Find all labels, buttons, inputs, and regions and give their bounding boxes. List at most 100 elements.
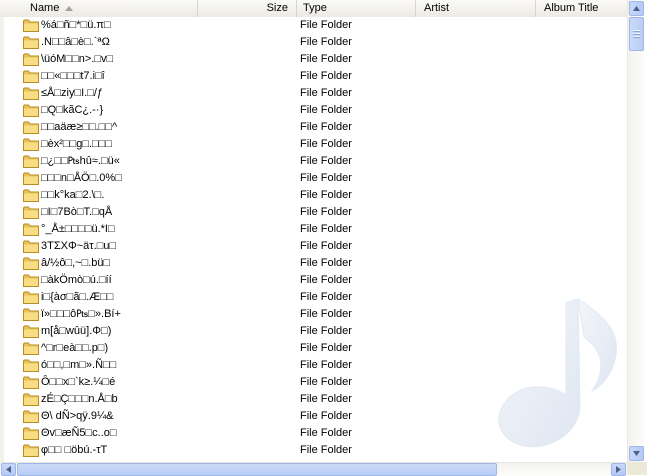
scrollbar-corner [627, 462, 647, 475]
list-item[interactable]: Ô□□x□`k≥.¼□é File Folder [0, 374, 627, 391]
item-type: File Folder [300, 206, 352, 218]
folder-icon [23, 240, 39, 253]
item-type: File Folder [300, 53, 352, 65]
scroll-right-button[interactable] [611, 463, 626, 476]
column-header-name[interactable]: Name [0, 0, 198, 17]
folder-icon [23, 223, 39, 236]
item-name: □èx²□□g□.□□□ [41, 138, 112, 150]
item-name: □□□n□ÅÖ□.0%□ [41, 172, 122, 184]
list-item[interactable]: □□□n□ÅÖ□.0%□ File Folder [0, 170, 627, 187]
list-item[interactable]: ï»□□□ô₧□».Bí+ File Folder [0, 306, 627, 323]
scroll-down-button[interactable] [629, 446, 644, 461]
item-name: ≤Å□ziy□I.□/ƒ [41, 87, 104, 99]
list-item[interactable]: °_Å±□□□□ü.*I□ File Folder [0, 221, 627, 238]
folder-icon [23, 308, 39, 321]
folder-icon [23, 189, 39, 202]
folder-icon [23, 172, 39, 185]
list-item[interactable]: ≤Å□ziy□I.□/ƒ File Folder [0, 85, 627, 102]
folder-icon [23, 257, 39, 270]
item-name: m[å□wûü].Φ□) [41, 325, 112, 337]
list-item[interactable]: Θ\ dÑ>qÿ.9¼& File Folder [0, 408, 627, 425]
column-header-album-title[interactable]: Album Title [536, 0, 627, 17]
column-header-album-title-label: Album Title [544, 2, 599, 14]
scroll-up-arrow-icon [633, 6, 640, 11]
list-item[interactable]: φ□□ □öbú.-τT File Folder [0, 442, 627, 459]
list-item[interactable]: \üóM□□n>.□v□ File Folder [0, 51, 627, 68]
vertical-scrollbar[interactable] [627, 0, 645, 462]
folder-icon [23, 155, 39, 168]
list-item[interactable]: â/½ô□,~□.bü□ File Folder [0, 255, 627, 272]
item-name: ^□r□eà□□.p□) [41, 342, 109, 354]
list-item[interactable]: m[å□wûü].Φ□) File Folder [0, 323, 627, 340]
thumb-grip-line [633, 36, 640, 38]
scroll-up-button[interactable] [629, 1, 644, 16]
folder-icon [23, 70, 39, 83]
item-type: File Folder [300, 172, 352, 184]
list-item[interactable]: □èx²□□g□.□□□ File Folder [0, 136, 627, 153]
item-name: %á□ñ□*□ü.π□ [41, 19, 111, 31]
folder-icon [23, 206, 39, 219]
column-header-bar: Name Size Type Artist Album Title [0, 0, 627, 18]
item-type: File Folder [300, 257, 352, 269]
folder-icon [23, 376, 39, 389]
vertical-scroll-thumb[interactable] [629, 17, 644, 51]
item-type: File Folder [300, 104, 352, 116]
file-list: %á□ñ□*□ü.π□ File Folder .N□□â□è□.`ªΩ File F… [0, 17, 627, 462]
folder-icon [23, 444, 39, 457]
list-item[interactable]: %á□ñ□*□ü.π□ File Folder [0, 17, 627, 34]
item-type: File Folder [300, 155, 352, 167]
scroll-down-arrow-icon [633, 451, 640, 456]
list-item[interactable]: ^□r□eà□□.p□) File Folder [0, 340, 627, 357]
item-type: File Folder [300, 70, 352, 82]
item-type: File Folder [300, 410, 352, 422]
item-name: □□aäæ≥□□.□□^ [41, 121, 118, 133]
horizontal-scrollbar[interactable] [0, 462, 627, 476]
folder-icon [23, 19, 39, 32]
folder-icon [23, 138, 39, 151]
horizontal-scroll-thumb[interactable] [17, 463, 497, 476]
list-item[interactable]: ó□□,□m□».Ñ□□ File Folder [0, 357, 627, 374]
item-type: File Folder [300, 189, 352, 201]
item-type: File Folder [300, 427, 352, 439]
item-name: ó□□,□m□».Ñ□□ [41, 359, 117, 371]
item-name: zÉ□Ç□□□n.Å□b [41, 393, 118, 405]
folder-icon [23, 104, 39, 117]
folder-icon [23, 87, 39, 100]
item-type: File Folder [300, 291, 352, 303]
item-name: □àkÖmò□ú.□íí [41, 274, 112, 286]
list-item[interactable]: □□k°ka□2.\□. File Folder [0, 187, 627, 204]
list-item[interactable]: □àkÖmò□ú.□íí File Folder [0, 272, 627, 289]
column-header-artist-label: Artist [424, 2, 450, 14]
item-name: Ô□□x□`k≥.¼□é [41, 376, 116, 388]
list-item[interactable]: □I□7Bò□T.□qÅ File Folder [0, 204, 627, 221]
item-name: □¿□□₧hû≈.□ü« [41, 155, 120, 167]
sort-ascending-icon [65, 5, 74, 11]
list-item[interactable]: □Q□kãC¿.-·} File Folder [0, 102, 627, 119]
item-name: φ□□ □öbú.-τT [41, 444, 108, 456]
item-name: □□«□□□t7.i□î [41, 70, 105, 82]
list-item[interactable]: i□{àσ□ã□.Æ□□ File Folder [0, 289, 627, 306]
list-item[interactable]: 3TΣXΦ~äτ.□u□ File Folder [0, 238, 627, 255]
scroll-left-arrow-icon [6, 466, 11, 473]
column-header-type-label: Type [303, 2, 327, 14]
list-item[interactable]: □□aäæ≥□□.□□^ File Folder [0, 119, 627, 136]
item-type: File Folder [300, 444, 352, 456]
scroll-left-button[interactable] [1, 463, 16, 476]
item-name: °_Å±□□□□ü.*I□ [41, 223, 115, 235]
item-name: 3TΣXΦ~äτ.□u□ [41, 240, 117, 252]
list-item[interactable]: Θv□æÑ5□c..o□ File Folder [0, 425, 627, 442]
column-header-size[interactable]: Size [198, 0, 297, 17]
folder-icon [23, 393, 39, 406]
column-header-type[interactable]: Type [297, 0, 416, 17]
list-item[interactable]: □¿□□₧hû≈.□ü« File Folder [0, 153, 627, 170]
item-type: File Folder [300, 325, 352, 337]
list-item[interactable]: zÉ□Ç□□□n.Å□b File Folder [0, 391, 627, 408]
column-header-name-label: Name [30, 2, 60, 14]
scroll-right-arrow-icon [616, 466, 621, 473]
list-item[interactable]: □□«□□□t7.i□î File Folder [0, 68, 627, 85]
list-item[interactable]: .N□□â□è□.`ªΩ File Folder [0, 34, 627, 51]
item-type: File Folder [300, 36, 352, 48]
item-type: File Folder [300, 87, 352, 99]
column-header-artist[interactable]: Artist [416, 0, 536, 17]
item-type: File Folder [300, 19, 352, 31]
